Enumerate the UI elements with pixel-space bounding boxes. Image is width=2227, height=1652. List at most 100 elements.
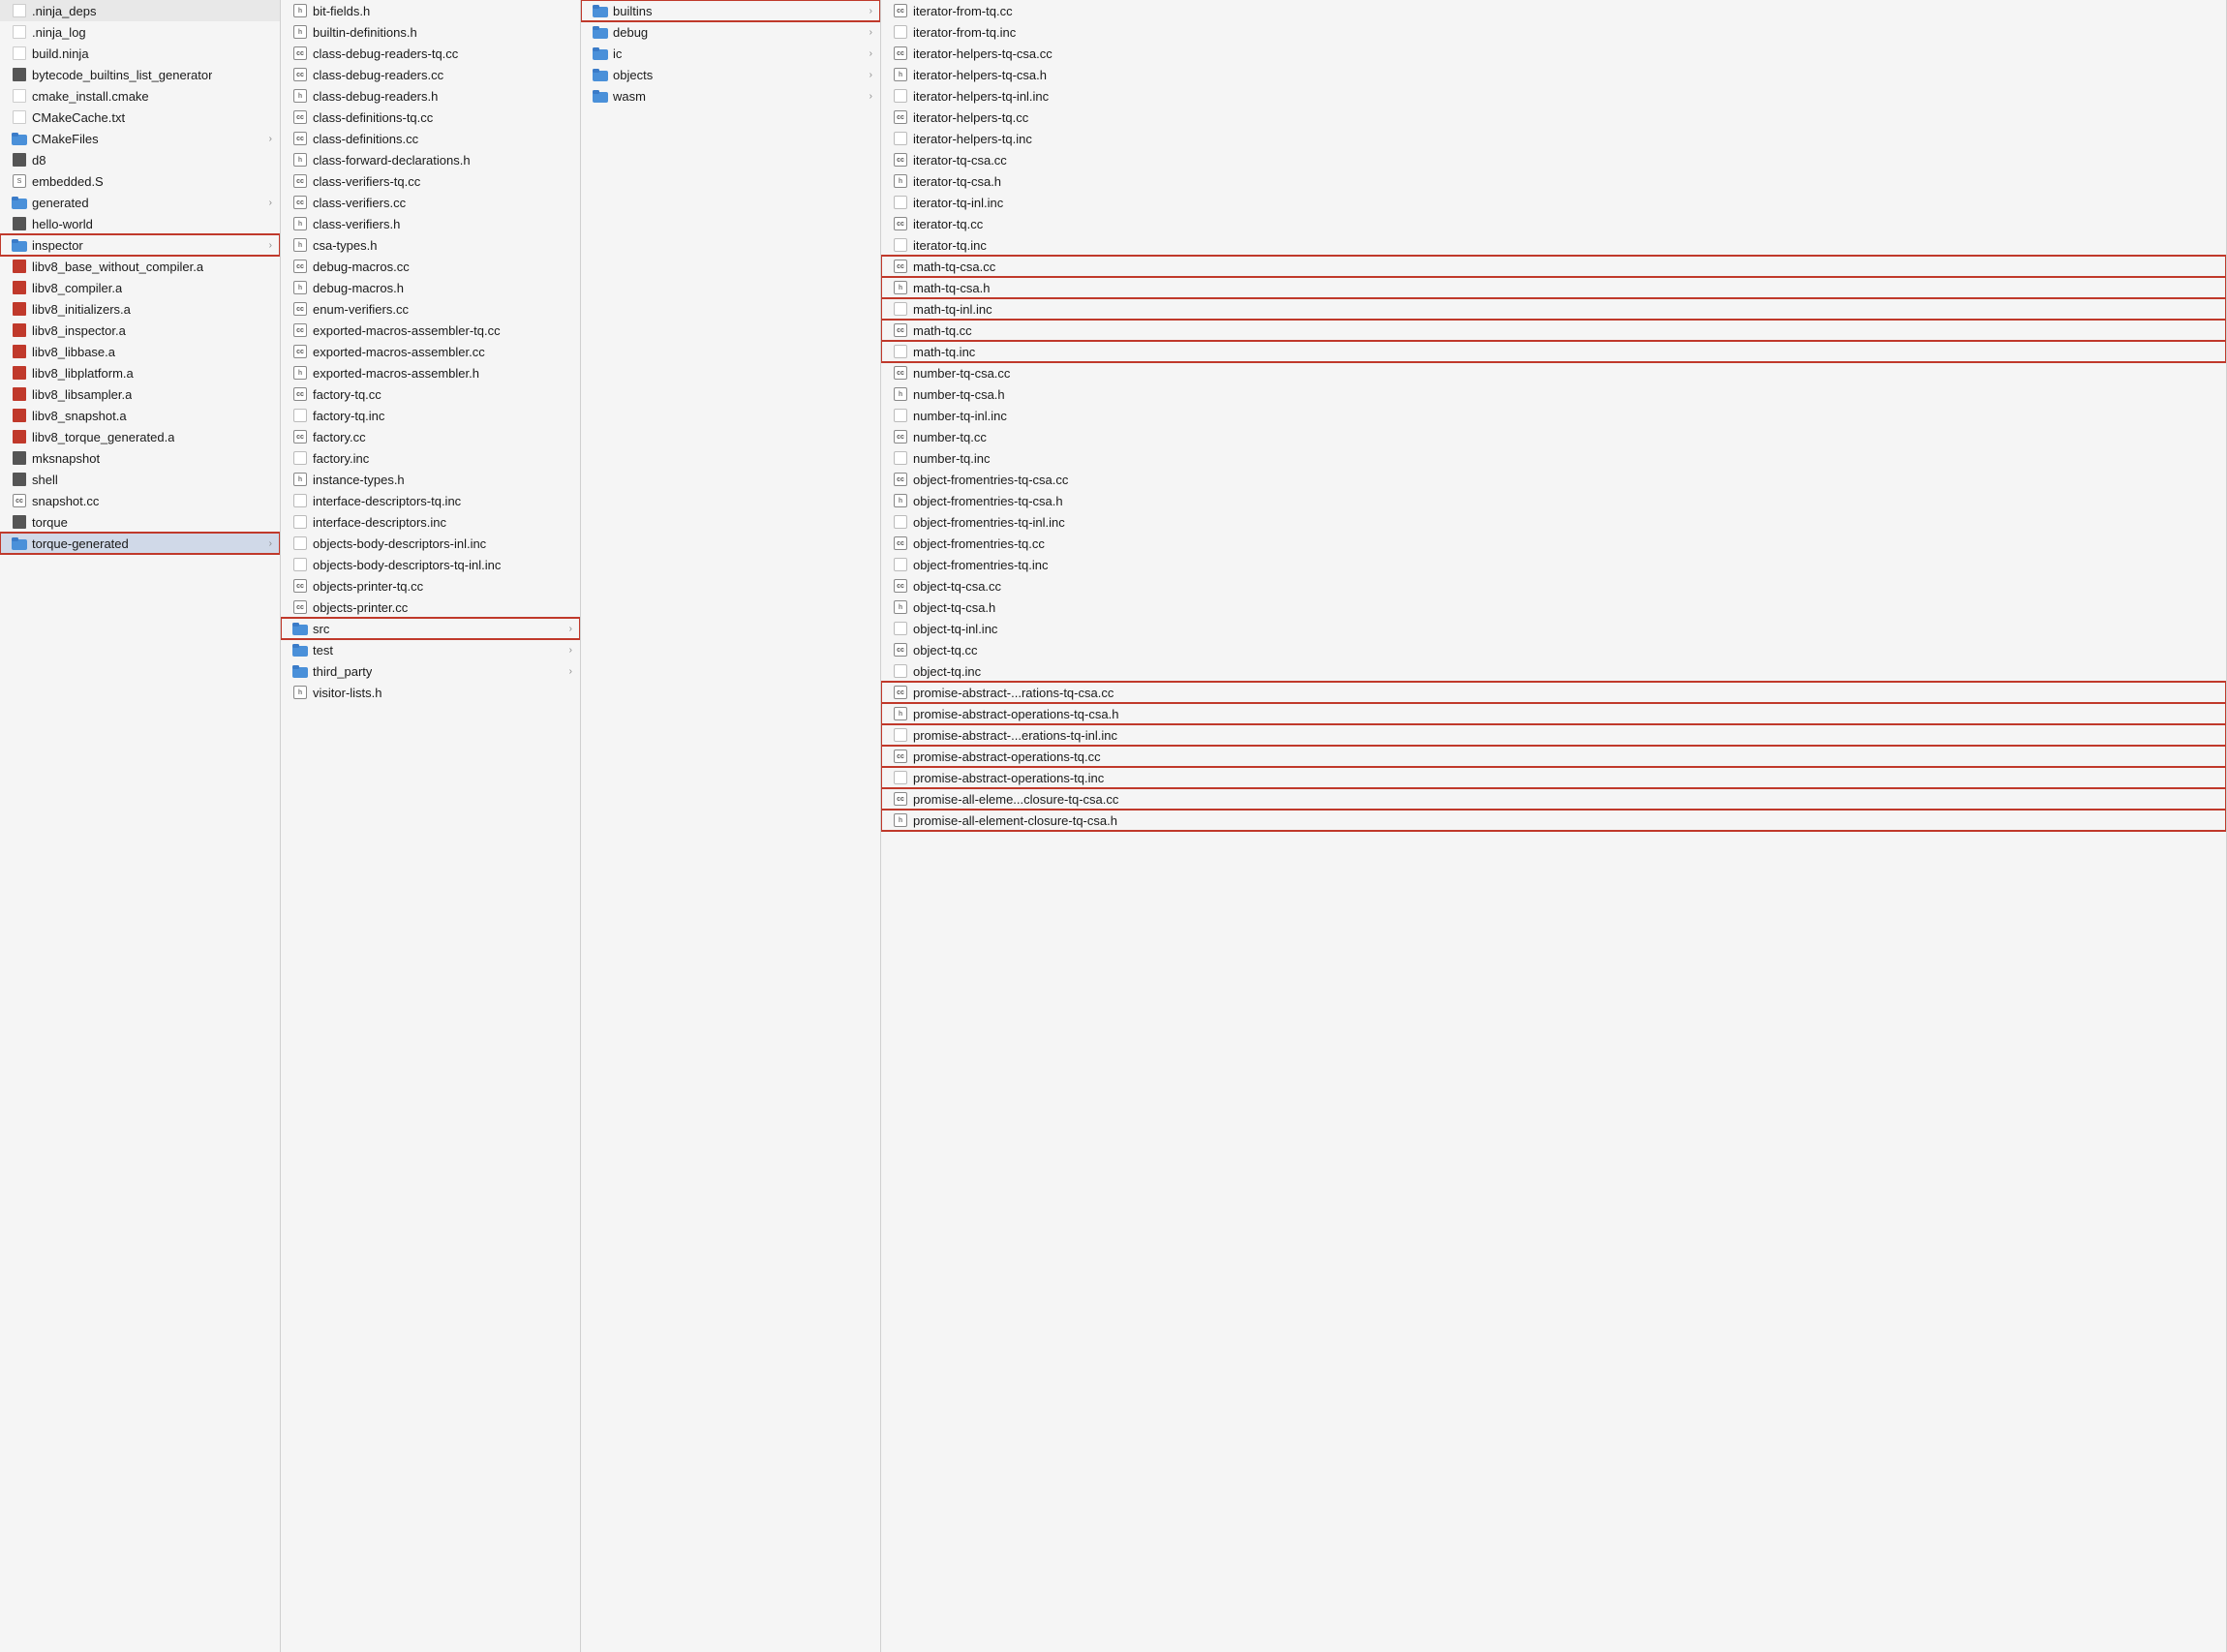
pane-3[interactable]: builtins›debug›ic›objects›wasm›	[581, 0, 881, 1652]
list-item[interactable]: ccpromise-all-eleme...closure-tq-csa.cc	[881, 788, 2226, 810]
list-item[interactable]: ccobjects-printer-tq.cc	[281, 575, 580, 597]
list-item[interactable]: number-tq-inl.inc	[881, 405, 2226, 426]
list-item[interactable]: hbit-fields.h	[281, 0, 580, 21]
list-item[interactable]: interface-descriptors-tq.inc	[281, 490, 580, 511]
pane-2[interactable]: hbit-fields.hhbuiltin-definitions.hcccla…	[281, 0, 581, 1652]
list-item[interactable]: factory.inc	[281, 447, 580, 469]
list-item[interactable]: interface-descriptors.inc	[281, 511, 580, 533]
list-item[interactable]: ccmath-tq-csa.cc	[881, 256, 2226, 277]
list-item[interactable]: object-tq.inc	[881, 660, 2226, 682]
list-item[interactable]: ccclass-verifiers.cc	[281, 192, 580, 213]
list-item[interactable]: hdebug-macros.h	[281, 277, 580, 298]
list-item[interactable]: hello-world	[0, 213, 280, 234]
list-item[interactable]: factory-tq.inc	[281, 405, 580, 426]
list-item[interactable]: ccsnapshot.cc	[0, 490, 280, 511]
list-item[interactable]: hbuiltin-definitions.h	[281, 21, 580, 43]
list-item[interactable]: ccpromise-abstract-operations-tq.cc	[881, 746, 2226, 767]
list-item[interactable]: hmath-tq-csa.h	[881, 277, 2226, 298]
list-item[interactable]: object-fromentries-tq.inc	[881, 554, 2226, 575]
list-item[interactable]: build.ninja	[0, 43, 280, 64]
list-item[interactable]: ccfactory-tq.cc	[281, 383, 580, 405]
list-item[interactable]: wasm›	[581, 85, 880, 107]
list-item[interactable]: mksnapshot	[0, 447, 280, 469]
list-item[interactable]: ccnumber-tq-csa.cc	[881, 362, 2226, 383]
list-item[interactable]: cciterator-helpers-tq-csa.cc	[881, 43, 2226, 64]
list-item[interactable]: hclass-debug-readers.h	[281, 85, 580, 107]
list-item[interactable]: libv8_snapshot.a	[0, 405, 280, 426]
list-item[interactable]: ccexported-macros-assembler-tq.cc	[281, 320, 580, 341]
list-item[interactable]: ccdebug-macros.cc	[281, 256, 580, 277]
list-item[interactable]: ccobject-fromentries-tq.cc	[881, 533, 2226, 554]
list-item[interactable]: promise-abstract-...erations-tq-inl.inc	[881, 724, 2226, 746]
list-item[interactable]: iterator-tq-inl.inc	[881, 192, 2226, 213]
list-item[interactable]: hiterator-helpers-tq-csa.h	[881, 64, 2226, 85]
list-item[interactable]: ccenum-verifiers.cc	[281, 298, 580, 320]
list-item[interactable]: cciterator-helpers-tq.cc	[881, 107, 2226, 128]
list-item[interactable]: third_party›	[281, 660, 580, 682]
list-item[interactable]: Sembedded.S	[0, 170, 280, 192]
list-item[interactable]: ccclass-debug-readers-tq.cc	[281, 43, 580, 64]
list-item[interactable]: bytecode_builtins_list_generator	[0, 64, 280, 85]
list-item[interactable]: libv8_libbase.a	[0, 341, 280, 362]
list-item[interactable]: hvisitor-lists.h	[281, 682, 580, 703]
list-item[interactable]: libv8_initializers.a	[0, 298, 280, 320]
list-item[interactable]: ccclass-definitions-tq.cc	[281, 107, 580, 128]
list-item[interactable]: cciterator-tq-csa.cc	[881, 149, 2226, 170]
list-item[interactable]: hclass-forward-declarations.h	[281, 149, 580, 170]
list-item[interactable]: libv8_inspector.a	[0, 320, 280, 341]
list-item[interactable]: ic›	[581, 43, 880, 64]
list-item[interactable]: math-tq-inl.inc	[881, 298, 2226, 320]
list-item[interactable]: torque-generated›	[0, 533, 280, 554]
list-item[interactable]: number-tq.inc	[881, 447, 2226, 469]
list-item[interactable]: inspector›	[0, 234, 280, 256]
list-item[interactable]: CMakeCache.txt	[0, 107, 280, 128]
list-item[interactable]: iterator-helpers-tq-inl.inc	[881, 85, 2226, 107]
pane-1[interactable]: .ninja_deps.ninja_logbuild.ninjabytecode…	[0, 0, 281, 1652]
list-item[interactable]: libv8_compiler.a	[0, 277, 280, 298]
list-item[interactable]: cmake_install.cmake	[0, 85, 280, 107]
list-item[interactable]: ccclass-verifiers-tq.cc	[281, 170, 580, 192]
list-item[interactable]: hinstance-types.h	[281, 469, 580, 490]
pane-4[interactable]: cciterator-from-tq.cciterator-from-tq.in…	[881, 0, 2227, 1652]
list-item[interactable]: iterator-helpers-tq.inc	[881, 128, 2226, 149]
list-item[interactable]: ccobject-tq-csa.cc	[881, 575, 2226, 597]
list-item[interactable]: builtins›	[581, 0, 880, 21]
list-item[interactable]: object-fromentries-tq-inl.inc	[881, 511, 2226, 533]
list-item[interactable]: ccmath-tq.cc	[881, 320, 2226, 341]
list-item[interactable]: hpromise-all-element-closure-tq-csa.h	[881, 810, 2226, 831]
list-item[interactable]: hexported-macros-assembler.h	[281, 362, 580, 383]
list-item[interactable]: cciterator-tq.cc	[881, 213, 2226, 234]
list-item[interactable]: libv8_libplatform.a	[0, 362, 280, 383]
list-item[interactable]: hnumber-tq-csa.h	[881, 383, 2226, 405]
list-item[interactable]: ccfactory.cc	[281, 426, 580, 447]
list-item[interactable]: ccclass-debug-readers.cc	[281, 64, 580, 85]
list-item[interactable]: object-tq-inl.inc	[881, 618, 2226, 639]
list-item[interactable]: libv8_torque_generated.a	[0, 426, 280, 447]
list-item[interactable]: d8	[0, 149, 280, 170]
list-item[interactable]: hobject-fromentries-tq-csa.h	[881, 490, 2226, 511]
list-item[interactable]: CMakeFiles›	[0, 128, 280, 149]
list-item[interactable]: math-tq.inc	[881, 341, 2226, 362]
list-item[interactable]: hpromise-abstract-operations-tq-csa.h	[881, 703, 2226, 724]
list-item[interactable]: src›	[281, 618, 580, 639]
list-item[interactable]: generated›	[0, 192, 280, 213]
list-item[interactable]: debug›	[581, 21, 880, 43]
list-item[interactable]: ccobject-tq.cc	[881, 639, 2226, 660]
list-item[interactable]: libv8_libsampler.a	[0, 383, 280, 405]
list-item[interactable]: hcsa-types.h	[281, 234, 580, 256]
list-item[interactable]: objects-body-descriptors-tq-inl.inc	[281, 554, 580, 575]
list-item[interactable]: promise-abstract-operations-tq.inc	[881, 767, 2226, 788]
list-item[interactable]: cciterator-from-tq.cc	[881, 0, 2226, 21]
list-item[interactable]: hclass-verifiers.h	[281, 213, 580, 234]
list-item[interactable]: libv8_base_without_compiler.a	[0, 256, 280, 277]
list-item[interactable]: iterator-from-tq.inc	[881, 21, 2226, 43]
list-item[interactable]: iterator-tq.inc	[881, 234, 2226, 256]
list-item[interactable]: .ninja_deps	[0, 0, 280, 21]
list-item[interactable]: .ninja_log	[0, 21, 280, 43]
list-item[interactable]: hobject-tq-csa.h	[881, 597, 2226, 618]
list-item[interactable]: ccnumber-tq.cc	[881, 426, 2226, 447]
list-item[interactable]: ccexported-macros-assembler.cc	[281, 341, 580, 362]
list-item[interactable]: ccpromise-abstract-...rations-tq-csa.cc	[881, 682, 2226, 703]
list-item[interactable]: torque	[0, 511, 280, 533]
list-item[interactable]: shell	[0, 469, 280, 490]
